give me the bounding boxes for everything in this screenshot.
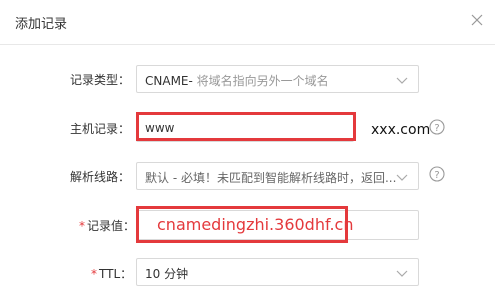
add-record-dialog: 添加记录 记录类型： CNAME- 将域名指向另外一个域名 主机记录： www … [0,0,495,306]
record-value-label-text: 记录值： [87,219,136,233]
ttl-select[interactable]: 10 分钟 [136,258,419,286]
record-value-label: * 记录值： [79,217,135,234]
host-record-label: 主机记录： [70,122,131,136]
record-type-hint: 将域名指向另外一个域名 [192,74,329,88]
svg-text:?: ? [434,170,439,181]
svg-text:?: ? [434,123,439,134]
dialog-title: 添加记录 [15,17,68,32]
record-value-text: cnamedingzhi.360dhf.cn [157,215,354,234]
dialog-header: 添加记录 [0,0,495,45]
line-value: 默认 - 必填！未匹配到智能解析线路时，返回... [145,171,397,185]
help-icon[interactable]: ? [429,119,445,135]
ttl-label-text: TTL： [99,267,133,281]
ttl-value: 10 分钟 [145,267,189,281]
help-icon[interactable]: ? [429,166,445,182]
chevron-down-icon [396,270,408,277]
record-type-select[interactable]: CNAME- 将域名指向另外一个域名 [136,65,419,93]
chevron-down-icon [396,77,408,84]
record-type-value: CNAME- 将域名指向另外一个域名 [145,72,329,89]
line-select[interactable]: 默认 - 必填！未匹配到智能解析线路时，返回... [136,162,419,190]
host-record-highlight [136,112,356,141]
record-type-label: 记录类型： [70,73,131,87]
domain-suffix: xxx.com [371,122,431,138]
record-type-main: CNAME- [145,74,193,88]
line-label: 解析线路： [70,170,131,184]
required-mark: * [79,219,85,233]
close-icon[interactable] [471,14,483,26]
ttl-label: * TTL： [91,265,132,282]
required-mark: * [91,267,97,281]
chevron-down-icon [396,174,408,181]
